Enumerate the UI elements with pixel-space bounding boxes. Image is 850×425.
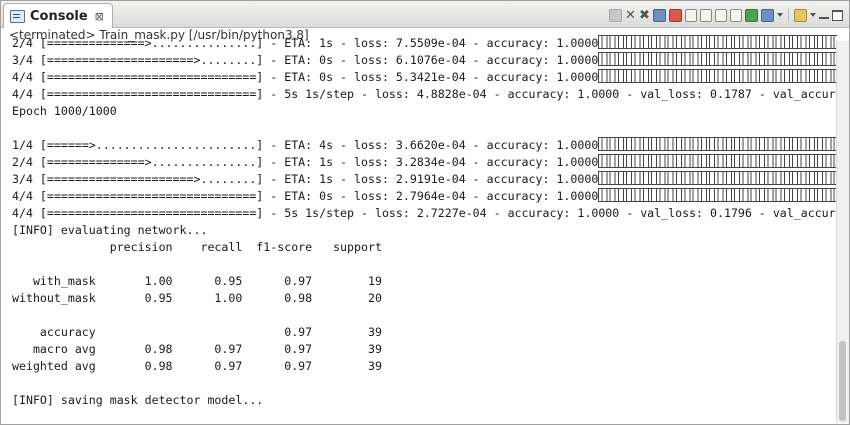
console-line: accuracy 0.97 39: [12, 324, 837, 341]
console-line: precision recall f1-score support: [12, 239, 837, 256]
console-tab-label: Console: [30, 8, 88, 24]
show-stderr-icon[interactable]: [715, 8, 727, 22]
console-line: 1/4 [======>.......................] - E…: [12, 137, 837, 154]
console-line: [INFO] evaluating network...: [12, 222, 837, 239]
toolbar-separator: [788, 8, 789, 22]
console-line-text: 3/4 [=====================>........] - E…: [12, 53, 599, 67]
console-line-text: [INFO] evaluating network...: [12, 223, 208, 237]
terminate-icon[interactable]: [609, 8, 622, 22]
console-line-text: weighted avg 0.98 0.97 0.97 39: [12, 359, 382, 373]
clear-console-icon[interactable]: [653, 8, 666, 22]
console-line-text: Epoch 1000/1000: [12, 104, 117, 118]
chevron-down-icon[interactable]: [777, 13, 783, 17]
unprintable-chars: [598, 52, 837, 66]
console-line: with_mask 1.00 0.95 0.97 19: [12, 273, 837, 290]
console-line-text: without_mask 0.95 1.00 0.98 20: [12, 291, 382, 305]
console-line: Epoch 1000/1000: [12, 103, 837, 120]
display-console-icon[interactable]: [761, 8, 774, 22]
console-line-text: 2/4 [==============>...............] - E…: [12, 155, 599, 169]
console-line: 4/4 [==============================] - 5…: [12, 86, 837, 103]
show-stdout-icon[interactable]: [700, 8, 712, 22]
console-line-text: [INFO] saving mask detector model...: [12, 393, 264, 407]
console-line: [INFO] saving mask detector model...: [12, 392, 837, 409]
console-line: macro avg 0.98 0.97 0.97 39: [12, 341, 837, 358]
unprintable-chars: [598, 154, 837, 168]
console-tab-bar: Console ⊠ ✕ ✖: [1, 1, 849, 28]
close-tab-icon[interactable]: ⊠: [95, 10, 104, 23]
console-view: Console ⊠ ✕ ✖ <terminated> Train_mask.py…: [0, 0, 850, 425]
console-line: weighted avg 0.98 0.97 0.97 39: [12, 358, 837, 375]
vertical-scrollbar[interactable]: [836, 41, 849, 423]
console-line: 3/4 [=====================>........] - E…: [12, 171, 837, 188]
console-line-text: 4/4 [==============================] - E…: [12, 189, 599, 203]
remove-launch-icon[interactable]: ✕: [625, 9, 636, 22]
console-toolbar: ✕ ✖: [609, 7, 843, 23]
console-line-text: accuracy 0.97 39: [12, 325, 382, 339]
console-tab[interactable]: Console ⊠: [3, 3, 113, 28]
open-console-icon[interactable]: [794, 8, 807, 22]
minimize-icon[interactable]: [819, 17, 829, 19]
console-line: 4/4 [==============================] - E…: [12, 188, 837, 205]
chevron-down-icon[interactable]: [810, 13, 816, 17]
console-line-text: 4/4 [==============================] - E…: [12, 70, 599, 84]
console-line: 4/4 [==============================] - 5…: [12, 205, 837, 222]
console-icon: [10, 9, 25, 23]
console-line: without_mask 0.95 1.00 0.98 20: [12, 290, 837, 307]
console-line: 2/4 [==============>...............] - E…: [12, 35, 837, 52]
remove-all-icon[interactable]: ✖: [639, 9, 650, 22]
console-line: 2/4 [==============>...............] - E…: [12, 154, 837, 171]
unprintable-chars: [598, 69, 837, 83]
scrollbar-thumb[interactable]: [839, 341, 846, 421]
unprintable-chars: [598, 188, 837, 202]
console-line-text: macro avg 0.98 0.97 0.97 39: [12, 342, 382, 356]
word-wrap-icon[interactable]: [685, 8, 697, 22]
unprintable-chars: [598, 35, 837, 49]
console-line-text: 4/4 [==============================] - 5…: [12, 206, 837, 220]
maximize-icon[interactable]: [832, 9, 843, 21]
console-line-text: 4/4 [==============================] - 5…: [12, 87, 837, 101]
console-line: 3/4 [=====================>........] - E…: [12, 52, 837, 69]
console-line-text: 2/4 [==============>...............] - E…: [12, 36, 599, 50]
console-line-text: with_mask 1.00 0.95 0.97 19: [12, 274, 382, 288]
unprintable-chars: [598, 137, 837, 151]
copy-icon[interactable]: [730, 8, 742, 22]
console-line-text: 1/4 [======>.......................] - E…: [12, 138, 599, 152]
scroll-lock-icon[interactable]: [669, 8, 682, 22]
pin-console-icon[interactable]: [745, 8, 758, 22]
unprintable-chars: [598, 171, 837, 185]
console-output[interactable]: 2/4 [==============>...............] - E…: [12, 35, 837, 421]
console-line-text: 3/4 [=====================>........] - E…: [12, 172, 599, 186]
console-line-text: precision recall f1-score support: [12, 240, 382, 254]
console-line: 4/4 [==============================] - E…: [12, 69, 837, 86]
